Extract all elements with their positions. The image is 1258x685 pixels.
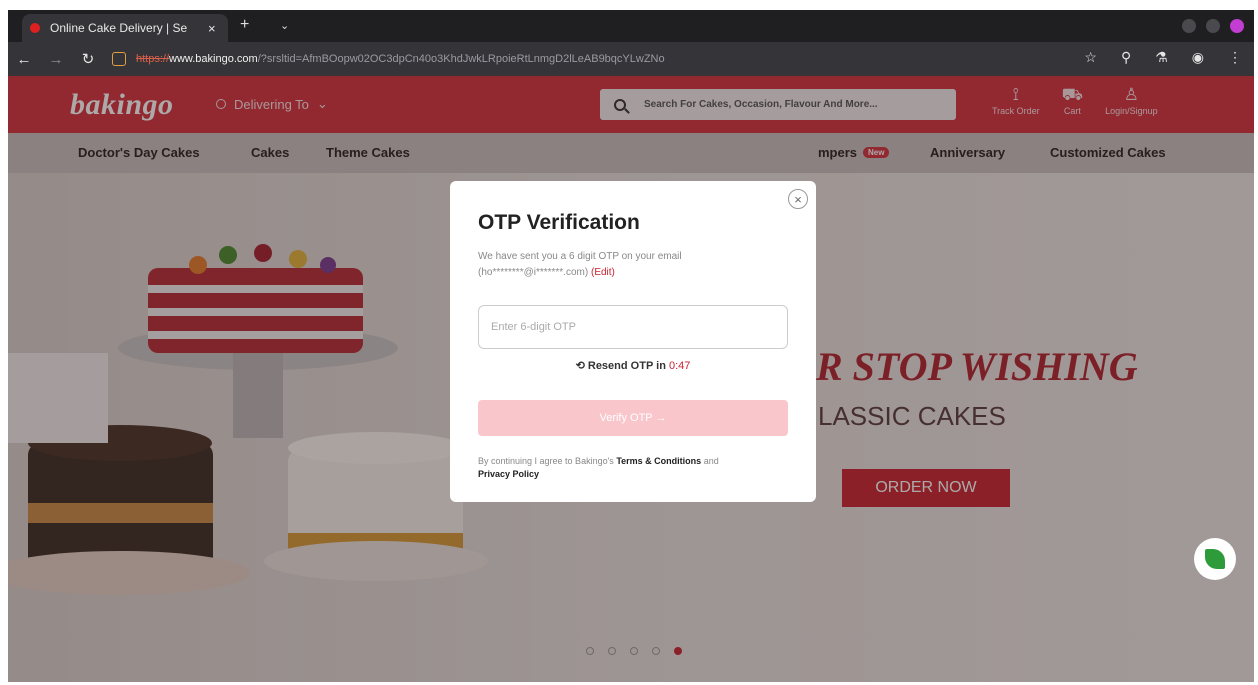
window-close-icon[interactable] <box>1230 19 1244 33</box>
url-host: www.bakingo.com <box>169 53 258 65</box>
maximize-icon[interactable] <box>1206 19 1220 33</box>
terms-and: and <box>703 456 719 466</box>
close-icon[interactable]: × <box>788 189 808 209</box>
browser-toolbar: ← → ↻ https:// www.bakingo.com /?srsltid… <box>8 42 1254 76</box>
window-controls <box>1182 19 1244 33</box>
forward-arrow-icon[interactable]: → <box>40 51 72 68</box>
tab-favicon-icon <box>30 23 40 33</box>
modal-title: OTP Verification <box>478 211 640 234</box>
resend-label: Resend OTP in <box>587 360 666 372</box>
chat-widget-button[interactable] <box>1194 538 1236 580</box>
back-arrow-icon[interactable]: ← <box>8 51 40 68</box>
tab-title: Online Cake Delivery | Se <box>50 21 188 35</box>
site-info-icon[interactable] <box>112 52 126 66</box>
minimize-icon[interactable] <box>1182 19 1196 33</box>
url-scheme: https:// <box>136 53 170 65</box>
address-bar[interactable]: https:// www.bakingo.com /?srsltid=AfmBO… <box>112 47 1052 71</box>
website-viewport: bakingo Delivering To ⌄ Search For Cakes… <box>8 76 1254 682</box>
otp-modal: × OTP Verification We have sent you a 6 … <box>450 181 816 502</box>
reload-icon[interactable]: ↻ <box>72 50 104 68</box>
otp-sent-text: We have sent you a 6 digit OTP on your e… <box>478 251 682 262</box>
bookmark-star-icon[interactable]: ☆ <box>1084 49 1097 66</box>
extensions-icon[interactable]: ⚲ <box>1121 49 1131 66</box>
clock-icon: ⟲ <box>575 360 585 372</box>
labs-flask-icon[interactable]: ⚗ <box>1155 49 1168 66</box>
edit-email-link[interactable]: (Edit) <box>591 267 615 278</box>
chat-leaf-icon <box>1205 549 1225 569</box>
browser-window: Online Cake Delivery | Se × + ⌄ ← → ↻ ht… <box>8 10 1254 682</box>
resend-timer: ⟲ Resend OTP in 0:47 <box>450 359 816 372</box>
otp-input[interactable] <box>478 305 788 349</box>
masked-email: (ho********@i*******.com) <box>478 267 589 278</box>
privacy-policy-link[interactable]: Privacy Policy <box>478 469 539 479</box>
tab-strip: Online Cake Delivery | Se × + ⌄ <box>8 10 1254 42</box>
terms-link[interactable]: Terms & Conditions <box>616 456 701 466</box>
countdown-timer: 0:47 <box>668 360 691 372</box>
toolbar-actions: ☆ ⚲ ⚗ ◉ ⋮ <box>1084 49 1242 66</box>
terms-prefix: By continuing I agree to Bakingo's <box>478 456 614 466</box>
new-tab-icon[interactable]: + <box>240 16 249 34</box>
browser-tab[interactable]: Online Cake Delivery | Se × <box>22 14 228 42</box>
tab-close-icon[interactable]: × <box>208 21 216 36</box>
url-path: /?srsltid=AfmBOopw02OC3dpCn40o3KhdJwkLRp… <box>257 53 665 65</box>
tab-list-chevron-icon[interactable]: ⌄ <box>280 19 289 32</box>
verify-otp-button[interactable]: Verify OTP → <box>478 400 788 436</box>
menu-kebab-icon[interactable]: ⋮ <box>1228 49 1242 66</box>
modal-description: We have sent you a 6 digit OTP on your e… <box>478 249 758 281</box>
profile-icon[interactable]: ◉ <box>1192 49 1204 66</box>
terms-text: By continuing I agree to Bakingo's Terms… <box>478 455 788 481</box>
screenshot-frame: Online Cake Delivery | Se × + ⌄ ← → ↻ ht… <box>0 0 1258 685</box>
